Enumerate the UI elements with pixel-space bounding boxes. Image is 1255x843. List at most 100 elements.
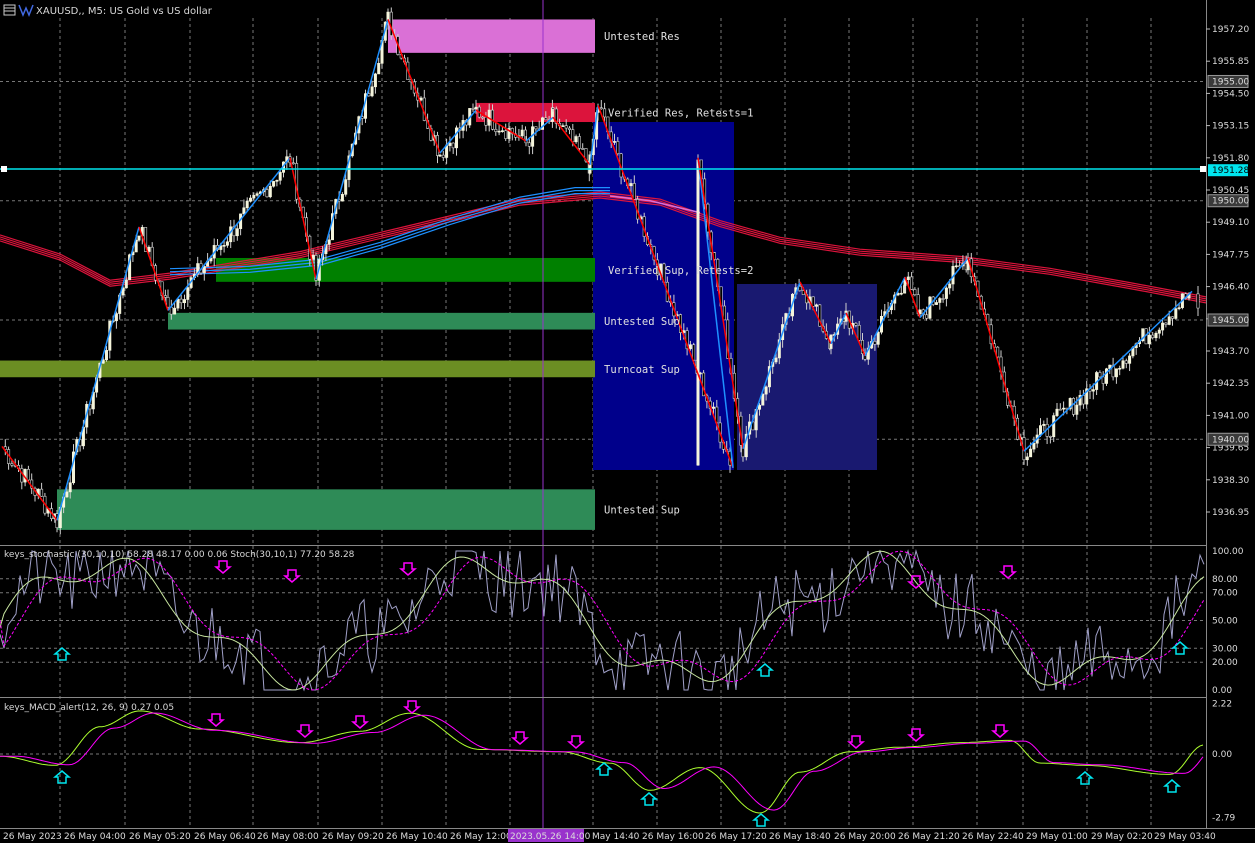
- time-tick-label: 29 May 01:00: [1026, 832, 1088, 842]
- candle-body: [1025, 456, 1029, 461]
- candle-body: [114, 313, 118, 322]
- candle-body: [616, 141, 620, 155]
- chart-title: XAUUSD,, M5: US Gold vs US dollar: [36, 6, 213, 17]
- time-tick-label: 26 May 17:20: [705, 832, 767, 842]
- candle-body: [1157, 329, 1161, 334]
- candle-body: [564, 125, 568, 129]
- stoch-axis-label: 30.00: [1212, 644, 1238, 654]
- candle-body: [1147, 334, 1151, 345]
- sr-zone[interactable]: [168, 312, 595, 330]
- candle-body: [899, 292, 903, 295]
- candle-body: [599, 107, 603, 110]
- time-tick-label: 26 May 10:40: [386, 832, 448, 842]
- trading-chart[interactable]: Untested Res Verified Res, Retests=1 Verif…: [0, 0, 1255, 843]
- candle-body: [1124, 360, 1128, 364]
- candle-body: [938, 298, 942, 303]
- time-tick-label: 26 May 12:00: [450, 832, 512, 842]
- macd-title: keys_MACD_alert(12, 26, 9) 0.27 0.05: [4, 703, 174, 713]
- candle-body: [275, 180, 279, 182]
- candle-body: [1075, 404, 1079, 415]
- candle-body: [1114, 368, 1118, 378]
- candle-body: [954, 265, 958, 268]
- price-tick-label: 1955.85: [1212, 57, 1249, 67]
- candle-body: [520, 129, 524, 137]
- candle-body: [1072, 398, 1076, 415]
- candle-body: [166, 297, 170, 308]
- candle-body: [1032, 442, 1036, 450]
- candle-body: [1091, 389, 1095, 392]
- stoch-axis-label: 70.00: [1212, 589, 1238, 599]
- candle-body: [711, 406, 715, 409]
- candle-body: [497, 130, 501, 133]
- candle-body: [474, 106, 478, 110]
- sr-zone[interactable]: [57, 489, 595, 530]
- candle-body: [1039, 425, 1043, 436]
- candle-body: [934, 302, 938, 305]
- price-tick-label: 1951.80: [1212, 154, 1249, 164]
- candle-body: [186, 287, 190, 300]
- zone-label: Untested Sup: [604, 505, 680, 517]
- candle-body: [183, 299, 187, 304]
- line-handle-left[interactable]: [1, 166, 7, 172]
- macd-axis-label: -2.79: [1212, 813, 1236, 823]
- price-tick-label: 1954.50: [1212, 89, 1249, 99]
- candle-body: [571, 129, 575, 143]
- stoch-axis-label: 0.00: [1212, 686, 1232, 696]
- candle-body: [255, 193, 259, 196]
- time-tick-label: 26 May 04:00: [64, 832, 126, 842]
- stoch-axis-label: 80.00: [1212, 575, 1238, 585]
- candle-body: [798, 286, 802, 292]
- candle-body: [454, 127, 458, 149]
- candle-body: [481, 116, 485, 119]
- candle-body: [1161, 322, 1165, 331]
- candle-body: [814, 304, 818, 307]
- candle-body: [291, 162, 295, 165]
- candle-body: [1177, 307, 1181, 309]
- current-price-label: 1951.28: [1212, 166, 1249, 176]
- candle-body: [242, 207, 246, 215]
- candle-body: [344, 179, 348, 195]
- candle-body: [40, 488, 44, 497]
- zone-label: Verified Sup, Retests=2: [608, 265, 753, 277]
- candle-body: [1128, 355, 1132, 364]
- price-tick-label: 1941.00: [1212, 411, 1249, 421]
- zone-label: Turncoat Sup: [604, 364, 680, 376]
- stoch-axis-label: 50.00: [1212, 617, 1238, 627]
- candle-body: [373, 73, 377, 88]
- time-tick-label: 26 May 09:20: [322, 832, 384, 842]
- candle-body: [612, 141, 616, 143]
- candle-body: [1174, 308, 1178, 319]
- sr-zone[interactable]: [388, 19, 595, 53]
- price-tick-label: 1943.70: [1212, 347, 1249, 357]
- price-tick-label: 1942.35: [1212, 379, 1249, 389]
- candle-body: [581, 148, 585, 150]
- candle-body: [370, 86, 374, 97]
- time-tick-label: 26 May 06:40: [194, 832, 256, 842]
- candle-body: [268, 185, 272, 198]
- candle-body: [941, 298, 945, 300]
- candle-body: [925, 314, 929, 319]
- candle-body: [176, 298, 180, 309]
- candle-body: [124, 279, 128, 289]
- candle-body: [1029, 448, 1033, 458]
- time-tick-label: 26 May 16:00: [642, 832, 704, 842]
- candle-body: [494, 128, 498, 132]
- candle-body: [173, 307, 177, 315]
- sr-zone[interactable]: [0, 360, 595, 378]
- candle-body: [577, 136, 581, 149]
- time-tick-label: 26 May 21:20: [898, 832, 960, 842]
- price-level-label: 1945.00: [1212, 316, 1249, 326]
- candle-body: [1167, 316, 1171, 325]
- candle-body: [484, 116, 488, 126]
- candle-body: [249, 197, 253, 202]
- candle-body: [913, 289, 917, 296]
- price-tick-label: 1946.40: [1212, 283, 1249, 293]
- time-tick-label: 26 May 22:40: [962, 832, 1024, 842]
- line-handle-right[interactable]: [1200, 166, 1206, 172]
- chart-header: XAUUSD,, M5: US Gold vs US dollar: [3, 4, 213, 17]
- stoch-axis-label: 100.00: [1212, 547, 1244, 557]
- candle-body: [163, 295, 167, 298]
- candle-body: [1164, 322, 1168, 325]
- candle-body: [26, 469, 30, 481]
- candle-body: [65, 491, 69, 498]
